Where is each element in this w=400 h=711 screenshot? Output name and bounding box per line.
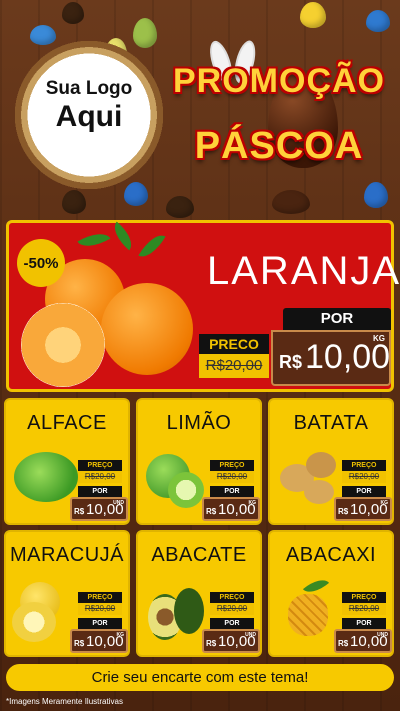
currency: R$ <box>74 639 85 648</box>
new-price: R$ 10,00 UND <box>202 629 260 653</box>
currency: R$ <box>74 507 85 516</box>
price-value: 10,00 <box>305 338 391 376</box>
card-price-box: PREÇO R$20,00 POR R$ 10,00 UND <box>202 592 260 656</box>
new-price: R$ 10,00 KG <box>70 629 128 653</box>
logo-placeholder[interactable]: Sua Logo Aqui <box>38 78 140 134</box>
easter-egg-decoration <box>166 196 194 218</box>
promo-title-line-1: PROMOÇÃO <box>173 62 385 100</box>
unit-label: UND <box>377 632 388 638</box>
currency: R$ <box>338 639 349 648</box>
easter-egg-decoration <box>364 182 388 208</box>
new-price: R$ 10,00 KG <box>334 497 392 521</box>
unit-label: KG <box>380 500 389 506</box>
leaf-icon <box>77 226 111 254</box>
old-price: R$20,00 <box>78 603 122 615</box>
hero-offer[interactable]: -50% LARANJA POR PRECO R$20,00 R$ 10,00 … <box>6 220 399 392</box>
old-price: R$20,00 <box>210 471 254 483</box>
easter-egg-decoration <box>366 10 390 32</box>
por-label: POR <box>210 486 254 497</box>
por-label: POR <box>342 618 386 629</box>
por-label: POR <box>78 486 122 497</box>
unit-label: KG <box>116 632 125 638</box>
promo-title: PROMOÇÃO PÁSCOA <box>163 62 395 168</box>
orange-icon <box>101 283 193 375</box>
product-card[interactable]: ABACATE PREÇO R$20,00 POR R$ 10,00 UND <box>136 530 262 657</box>
easter-egg-decoration <box>272 190 310 214</box>
logo-line-1: Sua Logo <box>45 78 133 99</box>
easter-egg-decoration <box>124 182 148 206</box>
preco-label: PREÇO <box>210 460 254 471</box>
orange-slice-icon <box>21 303 105 387</box>
discount-badge: -50% <box>17 239 65 287</box>
old-price: R$20,00 <box>78 471 122 483</box>
card-price-box: PREÇO R$20,00 POR R$ 10,00 KG <box>70 592 128 656</box>
old-price: R$20,00 <box>342 603 386 615</box>
new-price: R$ 10,00 KG <box>202 497 260 521</box>
product-card[interactable]: ABACAXI PREÇO R$20,00 POR R$ 10,00 UND <box>268 530 394 657</box>
old-price: R$20,00 <box>342 471 386 483</box>
card-price-box: PREÇO R$20,00 POR R$ 10,00 UND <box>334 592 392 656</box>
currency: R$ <box>279 352 303 372</box>
preco-label: PREÇO <box>342 460 386 471</box>
old-price: R$20,00 <box>199 354 269 378</box>
easter-egg-decoration <box>133 18 157 48</box>
hero-product-name: LARANJA <box>207 249 400 293</box>
card-price-box: PREÇO R$20,00 POR R$ 10,00 UND <box>70 460 128 524</box>
hero-price-box: POR PRECO R$20,00 R$ 10,00 KG <box>199 308 391 390</box>
por-label: POR <box>342 486 386 497</box>
preco-label: PREÇO <box>78 460 122 471</box>
logo-line-2: Aqui <box>55 100 123 133</box>
old-price: R$20,00 <box>210 603 254 615</box>
product-card[interactable]: LIMÃO PREÇO R$20,00 POR R$ 10,00 KG <box>136 398 262 525</box>
card-price-box: PREÇO R$20,00 POR R$ 10,00 KG <box>202 460 260 524</box>
leaf-icon <box>107 221 139 251</box>
flyer-page: Sua Logo Aqui PROMOÇÃO PÁSCOA -50% LARAN… <box>0 0 400 711</box>
por-label: POR <box>78 618 122 629</box>
currency: R$ <box>206 507 217 516</box>
header: Sua Logo Aqui PROMOÇÃO PÁSCOA <box>0 0 400 218</box>
disclaimer: *Imagens Meramente Ilustrativas <box>6 697 123 706</box>
preco-label: PREÇO <box>78 592 122 603</box>
unit-label: KG <box>248 500 257 506</box>
cta-button[interactable]: Crie seu encarte com este tema! <box>6 664 394 691</box>
preco-label: PREÇO <box>342 592 386 603</box>
unit-label: UND <box>245 632 256 638</box>
easter-egg-decoration <box>62 2 84 24</box>
por-label: POR <box>283 308 391 330</box>
product-card[interactable]: ALFACE PREÇO R$20,00 POR R$ 10,00 UND <box>4 398 130 525</box>
preco-label: PREÇO <box>210 592 254 603</box>
leaf-icon <box>138 229 166 263</box>
new-price: R$ 10,00 UND <box>70 497 128 521</box>
easter-egg-decoration <box>300 2 326 28</box>
unit-label: KG <box>373 334 385 343</box>
card-price-box: PREÇO R$20,00 POR R$ 10,00 KG <box>334 460 392 524</box>
product-card[interactable]: BATATA PREÇO R$20,00 POR R$ 10,00 KG <box>268 398 394 525</box>
product-card[interactable]: MARACUJÁ PREÇO R$20,00 POR R$ 10,00 KG <box>4 530 130 657</box>
preco-label: PRECO <box>199 334 269 354</box>
por-label: POR <box>210 618 254 629</box>
new-price: R$ 10,00 KG <box>271 330 391 386</box>
currency: R$ <box>206 639 217 648</box>
unit-label: UND <box>113 500 124 506</box>
currency: R$ <box>338 507 349 516</box>
easter-egg-decoration <box>62 190 86 214</box>
new-price: R$ 10,00 UND <box>334 629 392 653</box>
easter-egg-decoration <box>30 25 56 45</box>
promo-title-line-2: PÁSCOA <box>194 125 364 167</box>
